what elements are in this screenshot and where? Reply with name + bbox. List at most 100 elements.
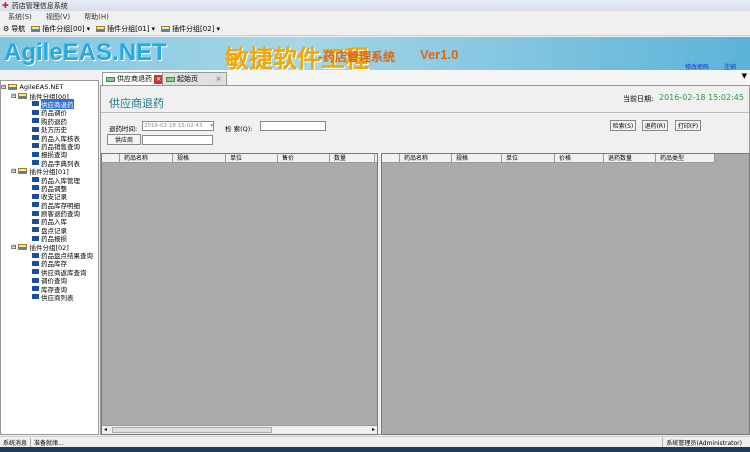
- module-icon: [32, 277, 39, 283]
- nav-label: 导航: [11, 25, 26, 33]
- module-icon: [32, 260, 39, 266]
- print-button[interactable]: 打印(P): [675, 120, 701, 131]
- divider: [101, 112, 749, 113]
- plugin-group-01-button[interactable]: 插件分组[01] ▾: [96, 24, 155, 34]
- plugin-group-00-button[interactable]: 插件分组[00] ▾: [31, 24, 90, 34]
- folder-icon: [31, 26, 41, 32]
- grid-header: 药品名称 规格 单位 售价 数量: [102, 154, 377, 163]
- row-header: [382, 154, 400, 162]
- status-user: 系统管理员(Administrator): [662, 437, 750, 447]
- module-icon: [32, 126, 39, 132]
- menu-help[interactable]: 帮助(H): [84, 12, 109, 22]
- taskbar: [0, 447, 750, 452]
- collapse-icon[interactable]: ⊟: [11, 243, 16, 251]
- scroll-right-icon[interactable]: ▸: [372, 426, 375, 433]
- supplier-input[interactable]: [142, 135, 213, 145]
- column-header[interactable]: 药品类型: [656, 154, 715, 162]
- module-icon: [32, 101, 39, 107]
- row-header: [102, 154, 120, 162]
- folder-icon: [18, 243, 28, 250]
- horizontal-scrollbar[interactable]: ◂ ▸: [102, 425, 377, 434]
- close-icon[interactable]: ×: [214, 74, 223, 84]
- tab-label: 供应商退药: [117, 75, 152, 83]
- chevron-down-icon[interactable]: ▾: [210, 122, 213, 131]
- nav-icon: ⚙: [3, 25, 10, 33]
- change-password-link[interactable]: 修改密码: [685, 62, 709, 70]
- module-icon: [32, 235, 39, 241]
- module-icon: [32, 227, 39, 233]
- collapse-icon[interactable]: ⊟: [1, 83, 6, 91]
- tab-label: 起始页: [177, 75, 198, 83]
- search-input[interactable]: [260, 121, 326, 131]
- tab-icon: [106, 76, 115, 82]
- supplier-button[interactable]: 供应商: [107, 134, 141, 145]
- module-icon: [32, 185, 39, 191]
- column-header[interactable]: 规格: [173, 154, 226, 162]
- column-header[interactable]: 数量: [330, 154, 375, 162]
- menu-bar: 系统(S) 视图(V) 帮助(H): [0, 11, 750, 23]
- label: 插件分组[02]: [172, 25, 215, 33]
- folder-icon: [18, 168, 28, 175]
- collapse-icon[interactable]: ⊟: [11, 92, 16, 100]
- version: Ver1.0: [420, 47, 459, 62]
- brand-logo: AgileEAS.NET: [4, 39, 167, 66]
- module-icon: [32, 135, 39, 141]
- page-title: 供应商退药: [109, 97, 164, 110]
- column-header[interactable]: 价格: [555, 154, 604, 162]
- tab-icon: [166, 76, 175, 82]
- column-header[interactable]: 退药数量: [604, 154, 656, 162]
- title-bar: ✚ 药店管理信息系统: [0, 0, 750, 11]
- column-header[interactable]: 单位: [226, 154, 278, 162]
- column-header[interactable]: 售价: [278, 154, 330, 162]
- tab-list-dropdown-icon[interactable]: ▼: [742, 72, 747, 80]
- scroll-left-icon[interactable]: ◂: [104, 426, 107, 433]
- banner: AgileEAS.NET 敏捷软件工程 -药店管理系统 Ver1.0 修改密码 …: [0, 37, 750, 70]
- module-icon: [32, 160, 39, 166]
- medicine-grid[interactable]: 药品名称 规格 单位 售价 数量 ◂ ▸: [101, 153, 378, 435]
- date-label: 当前日期:: [623, 95, 654, 103]
- window-title: 药店管理信息系统: [11, 1, 68, 10]
- main-panel: 供应商退药 当前日期: 2016-02-18 15:02:45 退药时间: 20…: [100, 85, 750, 435]
- app-icon: ✚: [2, 1, 9, 10]
- status-bar: 系统消息 准备就绪... 系统管理员(Administrator): [0, 436, 750, 447]
- module-icon: [32, 202, 39, 208]
- folder-icon: [8, 84, 18, 91]
- folder-icon: [18, 92, 28, 99]
- column-header[interactable]: 药品名称: [400, 154, 452, 162]
- module-icon: [32, 143, 39, 149]
- search-label: 检 索(Q):: [225, 125, 253, 133]
- date-value: 2016-02-18 15:02:45: [659, 93, 744, 102]
- scroll-thumb[interactable]: [112, 427, 272, 433]
- module-icon: [32, 109, 39, 115]
- tab-start-page[interactable]: 起始页 ×: [162, 72, 227, 85]
- toolbar: ⚙ 导航 插件分组[00] ▾ 插件分组[01] ▾ 插件分组[02] ▾: [0, 23, 750, 36]
- return-time-label: 退药时间:: [109, 125, 138, 133]
- logout-link[interactable]: 注销: [724, 62, 736, 70]
- return-grid[interactable]: 药品名称 规格 单位 价格 退药数量 药品类型: [381, 153, 750, 435]
- menu-view[interactable]: 视图(V): [46, 12, 70, 22]
- column-header[interactable]: 规格: [452, 154, 502, 162]
- label: 插件分组[01]: [107, 25, 150, 33]
- collapse-icon[interactable]: ⊟: [11, 167, 16, 175]
- system-name: -药店管理系统: [318, 50, 395, 64]
- search-button[interactable]: 检索(S): [610, 120, 636, 131]
- tree-item[interactable]: 供应商列表: [1, 293, 98, 302]
- module-icon: [32, 118, 39, 124]
- plugin-group-02-button[interactable]: 插件分组[02] ▾: [161, 24, 220, 34]
- module-icon: [32, 176, 39, 182]
- return-button[interactable]: 退药(R): [642, 120, 668, 131]
- menu-system[interactable]: 系统(S): [8, 12, 32, 22]
- return-time-picker[interactable]: 2016-02-18 15:02:43 ▾: [142, 121, 214, 131]
- column-header[interactable]: 单位: [502, 154, 555, 162]
- folder-icon: [96, 26, 106, 32]
- tab-supplier-return[interactable]: 供应商退药 ×: [102, 72, 167, 85]
- module-icon: [32, 294, 39, 300]
- module-icon: [32, 193, 39, 199]
- column-header[interactable]: 药品名称: [120, 154, 173, 162]
- nav-button[interactable]: ⚙ 导航: [3, 24, 25, 34]
- folder-icon: [161, 26, 171, 32]
- tree-label: 供应商列表: [41, 293, 74, 302]
- return-time-value: 2016-02-18 15:02:43: [144, 123, 203, 129]
- status-message: 准备就绪...: [34, 439, 64, 447]
- status-label: 系统消息: [0, 437, 32, 447]
